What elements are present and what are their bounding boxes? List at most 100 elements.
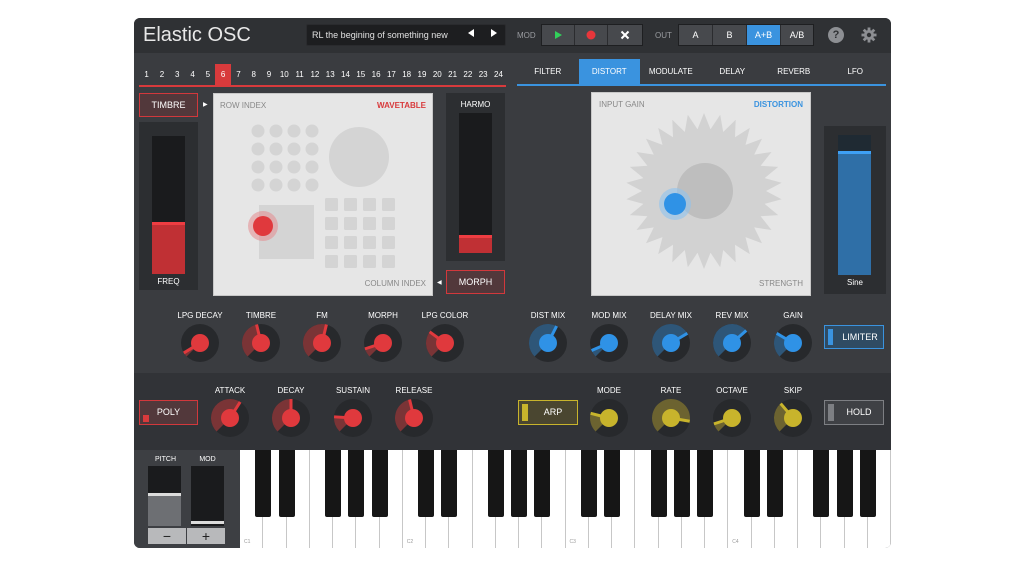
tab-lfo[interactable]: LFO — [825, 59, 887, 85]
knob-octave[interactable] — [712, 398, 752, 438]
sequencer-step[interactable]: 16 — [368, 64, 383, 86]
sequencer-step[interactable]: 5 — [200, 64, 215, 86]
sequencer-step[interactable]: 12 — [307, 64, 322, 86]
tab-reverb[interactable]: REVERB — [763, 59, 825, 85]
sequencer-step[interactable]: 9 — [261, 64, 276, 86]
pitch-wheel-handle[interactable] — [148, 493, 181, 496]
knob-sustain[interactable] — [333, 398, 373, 438]
sequencer-step[interactable]: 7 — [231, 64, 246, 86]
knob-skip[interactable] — [773, 398, 813, 438]
black-key[interactable] — [371, 450, 388, 517]
knob-lpg-color[interactable] — [425, 323, 465, 363]
tab-filter[interactable]: FILTER — [517, 59, 579, 85]
sequencer-step[interactable]: 17 — [384, 64, 399, 86]
mod-wheel[interactable] — [191, 466, 224, 526]
sequencer-step[interactable]: 23 — [476, 64, 491, 86]
knob-mode[interactable] — [589, 398, 629, 438]
freq-slider[interactable] — [152, 136, 185, 274]
knob-release[interactable] — [394, 398, 434, 438]
harmo-slider-handle[interactable] — [459, 235, 492, 238]
black-key[interactable] — [511, 450, 527, 517]
pitch-wheel[interactable] — [148, 466, 181, 526]
output-option[interactable]: A+B — [747, 25, 781, 45]
octave-down-button[interactable]: − — [148, 528, 186, 544]
sequencer-step[interactable]: 11 — [292, 64, 307, 86]
black-key[interactable] — [325, 450, 341, 517]
knob-gain[interactable] — [773, 323, 813, 363]
sequencer-step[interactable]: 13 — [323, 64, 338, 86]
sequencer-step[interactable]: 15 — [353, 64, 368, 86]
sequencer-step[interactable]: 20 — [430, 64, 445, 86]
black-key[interactable] — [534, 450, 551, 517]
clear-button[interactable] — [608, 25, 642, 45]
sequencer-step[interactable]: 8 — [246, 64, 261, 86]
lfo-slider[interactable] — [838, 135, 871, 275]
black-key[interactable] — [673, 450, 690, 517]
play-button[interactable] — [542, 25, 575, 45]
sequencer-step[interactable]: 21 — [445, 64, 460, 86]
help-button[interactable]: ? — [828, 27, 844, 43]
sequencer-step[interactable]: 10 — [277, 64, 292, 86]
knob-timbre[interactable] — [241, 323, 281, 363]
black-key[interactable] — [418, 450, 434, 517]
black-key[interactable] — [650, 450, 667, 517]
sequencer-step[interactable]: 2 — [154, 64, 169, 86]
piano-keyboard[interactable]: C1 C2 C3 C4 — [240, 450, 891, 548]
record-button[interactable] — [575, 25, 608, 45]
black-key[interactable] — [859, 450, 876, 517]
sequencer-step[interactable]: 1 — [139, 64, 154, 86]
black-key[interactable] — [255, 450, 272, 517]
knob-dist-mix[interactable] — [528, 323, 568, 363]
morph-button[interactable]: MORPH — [446, 270, 505, 294]
sequencer-step[interactable]: 3 — [170, 64, 185, 86]
black-key[interactable] — [604, 450, 620, 517]
distortion-pad[interactable]: INPUT GAIN DISTORTION STRENGTH — [591, 92, 811, 296]
black-key[interactable] — [348, 450, 365, 517]
black-key[interactable] — [836, 450, 853, 517]
lfo-slider-handle[interactable] — [838, 151, 871, 154]
octave-up-button[interactable]: + — [187, 528, 225, 544]
black-key[interactable] — [580, 450, 597, 517]
knob-decay[interactable] — [271, 398, 311, 438]
arp-button[interactable]: ARP — [518, 400, 578, 425]
knob-delay-mix[interactable] — [651, 323, 691, 363]
black-key[interactable] — [813, 450, 830, 517]
timbre-button[interactable]: TIMBRE — [139, 93, 198, 117]
wavetable-pad[interactable]: ROW INDEX WAVETABLE COLUMN INDEX — [213, 93, 433, 296]
knob-attack[interactable] — [210, 398, 250, 438]
tab-distort[interactable]: DISTORT — [578, 59, 640, 85]
knob-morph[interactable] — [363, 323, 403, 363]
black-key[interactable] — [766, 450, 783, 517]
black-key[interactable] — [743, 450, 760, 517]
knob-lpg-decay[interactable] — [180, 323, 220, 363]
black-key[interactable] — [487, 450, 504, 517]
black-key[interactable] — [697, 450, 713, 517]
freq-slider-handle[interactable] — [152, 222, 185, 225]
mod-wheel-handle[interactable] — [191, 521, 224, 524]
sequencer-step[interactable]: 18 — [399, 64, 414, 86]
sequencer-step[interactable]: 14 — [338, 64, 353, 86]
sequencer-step[interactable]: 4 — [185, 64, 200, 86]
preset-selector[interactable]: RL the begining of something new — [306, 24, 506, 46]
sequencer-step[interactable]: 24 — [491, 64, 506, 86]
black-key[interactable] — [441, 450, 458, 517]
tab-delay[interactable]: DELAY — [702, 59, 764, 85]
limiter-button[interactable]: LIMITER — [824, 325, 884, 349]
output-option[interactable]: A — [679, 25, 713, 45]
knob-rev-mix[interactable] — [712, 323, 752, 363]
harmo-slider[interactable] — [459, 113, 492, 253]
knob-rate[interactable] — [651, 398, 691, 438]
output-option[interactable]: A/B — [781, 25, 813, 45]
hold-button[interactable]: HOLD — [824, 400, 884, 425]
poly-button[interactable]: POLY — [139, 400, 198, 425]
knob-mod-mix[interactable] — [589, 323, 629, 363]
preset-prev-button[interactable] — [460, 25, 482, 45]
output-option[interactable]: B — [713, 25, 747, 45]
sequencer-step[interactable]: 19 — [414, 64, 429, 86]
tab-modulate[interactable]: MODULATE — [640, 59, 702, 85]
sequencer-step[interactable]: 22 — [460, 64, 475, 86]
black-key[interactable] — [278, 450, 295, 517]
knob-fm[interactable] — [302, 323, 342, 363]
settings-button[interactable] — [861, 27, 877, 43]
sequencer-step[interactable]: 6 — [215, 64, 231, 86]
